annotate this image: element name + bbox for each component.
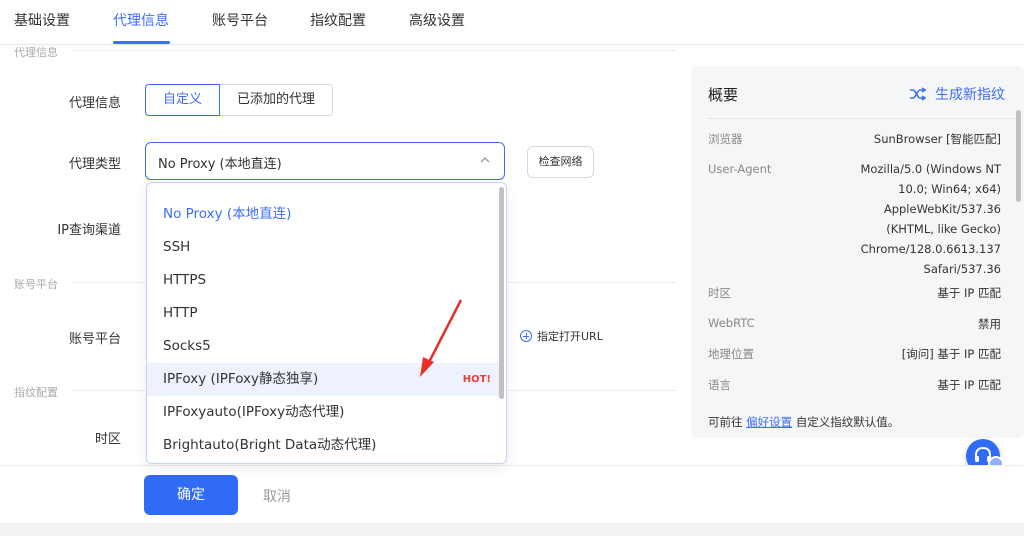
hot-badge: HOT! bbox=[462, 374, 491, 385]
panel-scrollbar[interactable] bbox=[1016, 110, 1021, 202]
proxy-mode-toggle: 自定义 已添加的代理 bbox=[145, 84, 334, 116]
summary-footer: 可前往 偏好设置 自定义指纹默认值。 bbox=[708, 414, 899, 430]
summary-title: 概要 bbox=[708, 86, 739, 104]
ip-channel-label: IP查询渠道 bbox=[57, 223, 121, 238]
timezone-label: 时区 bbox=[94, 432, 121, 447]
summary-row-label: User-Agent bbox=[708, 162, 772, 176]
summary-row-value-user-agent: Mozilla/5.0 (Windows NT 10.0; Win64; x64… bbox=[860, 162, 1001, 276]
footer-prefix: 可前往 bbox=[708, 415, 743, 429]
summary-row-label: WebRTC bbox=[708, 316, 755, 330]
tab-fingerprint[interactable]: 指纹配置 bbox=[310, 10, 366, 30]
generate-fingerprint-button[interactable]: 生成新指纹 bbox=[909, 84, 1005, 104]
chevron-up-icon bbox=[480, 157, 490, 163]
option-label: IPFoxyauto(IPFoxy动态代理) bbox=[163, 404, 345, 420]
proxy-option-https[interactable]: HTTPS bbox=[147, 264, 499, 297]
proxy-option-no-proxy[interactable]: No Proxy (本地直连) bbox=[147, 198, 499, 231]
preferences-link[interactable]: 偏好设置 bbox=[746, 415, 792, 429]
summary-row-value: 基于 IP 匹配 bbox=[937, 378, 1001, 392]
tab-bar: 基础设置 代理信息 账号平台 指纹配置 高级设置 bbox=[0, 0, 1024, 45]
proxy-type-dropdown: No Proxy (本地直连) SSH HTTPS HTTP Socks5 IP… bbox=[146, 182, 507, 464]
option-label: HTTPS bbox=[163, 272, 207, 288]
cancel-button[interactable]: 取消 bbox=[263, 486, 291, 506]
tab-account-platform[interactable]: 账号平台 bbox=[212, 10, 268, 30]
proxy-type-select[interactable]: No Proxy (本地直连) bbox=[145, 142, 505, 180]
specify-url-label: 指定打开URL bbox=[537, 330, 603, 343]
proxy-option-brightauto[interactable]: Brightauto(Bright Data动态代理) bbox=[147, 429, 499, 462]
summary-row-label: 地理位置 bbox=[708, 347, 754, 361]
proxy-option-ssh[interactable]: SSH bbox=[147, 231, 499, 264]
summary-panel: 概要 生成新指纹 浏览器 SunBrowser [智能匹配] User-Agen… bbox=[691, 66, 1024, 438]
option-label: No Proxy (本地直连) bbox=[163, 206, 292, 222]
check-network-button[interactable]: 检查网络 bbox=[527, 146, 594, 178]
account-platform-label: 账号平台 bbox=[68, 332, 121, 347]
proxy-option-ipfoxyauto[interactable]: IPFoxyauto(IPFoxy动态代理) bbox=[147, 396, 499, 429]
proxy-option-http[interactable]: HTTP bbox=[147, 297, 499, 330]
footer-suffix: 自定义指纹默认值。 bbox=[795, 415, 900, 429]
proxy-option-ipfoxy[interactable]: IPFoxy (IPFoxy静态独享) HOT! bbox=[147, 363, 499, 396]
summary-row-label: 时区 bbox=[708, 286, 731, 300]
summary-row-value: 基于 IP 匹配 bbox=[937, 286, 1001, 300]
option-label: SSH bbox=[163, 239, 191, 255]
generate-fingerprint-label: 生成新指纹 bbox=[935, 87, 1005, 103]
section-title-account: 账号平台 bbox=[14, 278, 58, 291]
summary-row-value: [询问] 基于 IP 匹配 bbox=[901, 347, 1001, 361]
confirm-button[interactable]: 确定 bbox=[144, 475, 238, 515]
active-tab-indicator bbox=[113, 41, 170, 44]
panel-divider bbox=[707, 118, 1017, 119]
tab-basic-settings[interactable]: 基础设置 bbox=[14, 10, 70, 30]
section-title-proxy: 代理信息 bbox=[14, 46, 58, 59]
proxy-mode-added-button[interactable]: 已添加的代理 bbox=[220, 84, 334, 116]
option-label: HTTP bbox=[163, 305, 198, 321]
summary-row-value: 禁用 bbox=[978, 317, 1001, 331]
dropdown-scrollbar[interactable] bbox=[499, 187, 504, 399]
tab-proxy-info[interactable]: 代理信息 bbox=[113, 10, 169, 30]
option-label: IPFoxy (IPFoxy静态独享) bbox=[163, 371, 319, 387]
summary-row-label: 语言 bbox=[708, 378, 731, 392]
section-title-fingerprint: 指纹配置 bbox=[14, 386, 58, 399]
settings-page: 基础设置 代理信息 账号平台 指纹配置 高级设置 代理信息 代理信息 自定义 已… bbox=[0, 0, 1024, 523]
shuffle-icon bbox=[910, 87, 927, 101]
proxy-mode-custom-button[interactable]: 自定义 bbox=[145, 84, 221, 116]
option-label: Socks5 bbox=[163, 338, 211, 354]
summary-row-label: 浏览器 bbox=[708, 132, 743, 146]
section-divider bbox=[72, 50, 676, 51]
tab-advanced-settings[interactable]: 高级设置 bbox=[409, 10, 465, 30]
proxy-option-socks5[interactable]: Socks5 bbox=[147, 330, 499, 363]
specify-url-button[interactable]: 指定打开URL bbox=[520, 328, 603, 344]
proxy-type-selected-value: No Proxy (本地直连) bbox=[158, 157, 282, 172]
option-label: Brightauto(Bright Data动态代理) bbox=[163, 437, 377, 453]
proxy-type-label: 代理类型 bbox=[68, 157, 121, 172]
plus-circle-icon bbox=[520, 330, 532, 342]
proxy-info-label: 代理信息 bbox=[68, 96, 121, 111]
summary-row-value: SunBrowser [智能匹配] bbox=[873, 132, 1001, 146]
